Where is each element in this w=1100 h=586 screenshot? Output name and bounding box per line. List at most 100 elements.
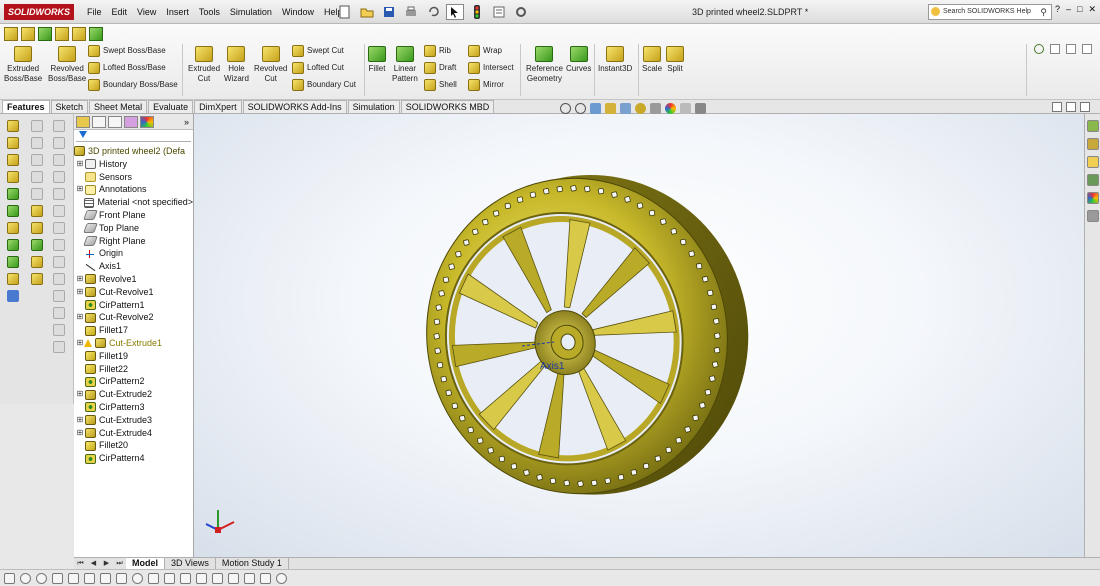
feature-shortcut-icon[interactable] [7,154,19,166]
tree-item[interactable]: ⊞ Revolve1 [74,273,193,286]
lofted-boss-button[interactable]: Lofted Boss/Base [88,62,166,74]
line-icon[interactable] [52,572,63,584]
arc-icon[interactable] [36,572,47,584]
repair-icon[interactable] [276,572,287,584]
menu-view[interactable]: View [132,0,161,24]
sketch-shortcut-icon[interactable] [31,273,43,285]
feature-shortcut-icon[interactable] [7,222,19,234]
print-icon[interactable] [402,4,420,20]
tab-features[interactable]: Features [2,100,50,113]
sketch-shortcut-icon[interactable] [31,256,43,268]
select-pointer-icon[interactable] [446,4,464,20]
tab-dimxpert[interactable]: DimXpert [194,100,242,113]
extruded-boss-button[interactable]: Extruded Boss/Base [4,46,42,84]
tree-item[interactable]: ⊞ Cut-Extrude4 [74,427,193,440]
feature-shortcut-icon[interactable] [7,171,19,183]
menu-insert[interactable]: Insert [161,0,194,24]
scene-icon[interactable] [680,103,691,114]
zoom-to-fit-icon[interactable] [560,103,571,114]
scale-button[interactable]: Scale [642,46,662,74]
sketch-shortcut-icon[interactable] [31,154,43,166]
revolved-cut-button[interactable]: Revolved Cut [254,46,287,84]
tree-item[interactable]: Top Plane [74,222,193,235]
tree-item[interactable]: CirPattern4 [74,452,193,465]
shell-button[interactable]: Shell [424,79,457,91]
tree-item[interactable]: Axis1 [74,260,193,273]
file-properties-icon[interactable] [490,4,508,20]
wrap-button[interactable]: Wrap [468,45,502,57]
circle-icon[interactable] [72,27,86,41]
sketch-shortcut-icon[interactable] [31,205,43,217]
tree-item[interactable]: ⊞ Cut-Revolve2 [74,311,193,324]
tree-item[interactable]: ⊞ Cut-Extrude3 [74,414,193,427]
menu-window[interactable]: Window [277,0,319,24]
reference-geometry-button[interactable]: Reference Geometry [526,46,563,84]
tree-item[interactable]: CirPattern1 [74,299,193,312]
document-icon[interactable] [1050,44,1060,54]
zoom-to-area-icon[interactable] [575,103,586,114]
boundary-boss-button[interactable]: Boundary Boss/Base [88,79,178,91]
feature-shortcut-icon[interactable] [7,273,19,285]
view-shortcut-icon[interactable] [53,239,65,251]
graphics-area[interactable]: Axis1 [194,114,1084,557]
sketch-shortcut-icon[interactable] [31,188,43,200]
line-icon[interactable] [38,27,52,41]
fillet-sketch-icon[interactable] [212,572,223,584]
sketch-shortcut-icon[interactable] [31,239,43,251]
expand-toggle-icon[interactable]: ⊞ [76,273,84,286]
swept-boss-button[interactable]: Swept Boss/Base [88,45,166,57]
tree-item[interactable]: Fillet17 [74,324,193,337]
tree-item[interactable]: Material <not specified> [74,196,193,209]
extruded-cut-button[interactable]: Extruded Cut [188,46,220,84]
tree-item[interactable]: Right Plane [74,235,193,248]
slot-icon[interactable] [100,572,111,584]
view-palette-icon[interactable] [1086,174,1099,186]
rectangle-icon[interactable] [68,572,79,584]
tree-item[interactable]: Sensors [74,171,193,184]
open-folder-icon[interactable] [358,4,376,20]
view-shortcut-icon[interactable] [53,137,65,149]
help-search-field[interactable]: Search SOLIDWORKS Help ⚲ [928,4,1052,20]
view-shortcut-icon[interactable] [53,205,65,217]
appearance-icon[interactable] [665,103,676,114]
configuration-manager-tab-icon[interactable] [108,115,122,128]
menu-tools[interactable]: Tools [194,0,225,24]
feature-shortcut-icon[interactable] [7,188,19,200]
feature-manager-tab-icon[interactable] [76,115,90,128]
view-shortcut-icon[interactable] [53,171,65,183]
view-shortcut-icon[interactable] [53,307,65,319]
tab-simulation[interactable]: Simulation [347,100,400,113]
zoom-icon[interactable] [1034,44,1044,54]
minimize-icon[interactable]: – [1066,4,1071,15]
menu-simulation[interactable]: Simulation [225,0,277,24]
previous-tab-icon[interactable]: ◀ [87,558,100,569]
expand-panel-icon[interactable]: » [184,117,189,127]
relations-icon[interactable] [260,572,271,584]
chamfer-sketch-icon[interactable] [228,572,239,584]
tree-item[interactable]: ⊞ Cut-Extrude2 [74,388,193,401]
view-orientation-icon[interactable] [620,103,631,114]
feature-shortcut-icon[interactable] [7,205,19,217]
sketch-icon[interactable] [4,572,15,584]
tree-item[interactable]: Fillet22 [74,363,193,376]
close-icon[interactable]: ✕ [1088,4,1096,15]
view-shortcut-icon[interactable] [53,273,65,285]
expand-toggle-icon[interactable]: ⊞ [76,286,84,299]
document-icon[interactable] [1066,44,1076,54]
tab-solidworks-mbd[interactable]: SOLIDWORKS MBD [400,100,495,113]
last-tab-icon[interactable]: ⏭ [113,558,126,569]
spline-icon[interactable] [116,572,127,584]
lofted-cut-button[interactable]: Lofted Cut [292,62,344,74]
help-question-icon[interactable]: ? [1055,4,1060,15]
tree-item[interactable]: ⊞ History [74,158,193,171]
tree-item[interactable]: ⊞ Cut-Extrude1 [74,337,193,350]
smart-dimension-icon[interactable] [21,27,35,41]
next-tab-icon[interactable]: ▶ [100,558,113,569]
rebuild-traffic-light-icon[interactable] [468,4,486,20]
solidworks-logo[interactable]: SOLIDWORKS [4,4,74,20]
previous-view-icon[interactable] [590,103,601,114]
linear-pattern-button[interactable]: Linear Pattern [392,46,418,84]
tree-item[interactable]: ⊞ Cut-Revolve1 [74,286,193,299]
sketch-shortcut-icon[interactable] [31,171,43,183]
expand-toggle-icon[interactable]: ⊞ [76,183,84,196]
